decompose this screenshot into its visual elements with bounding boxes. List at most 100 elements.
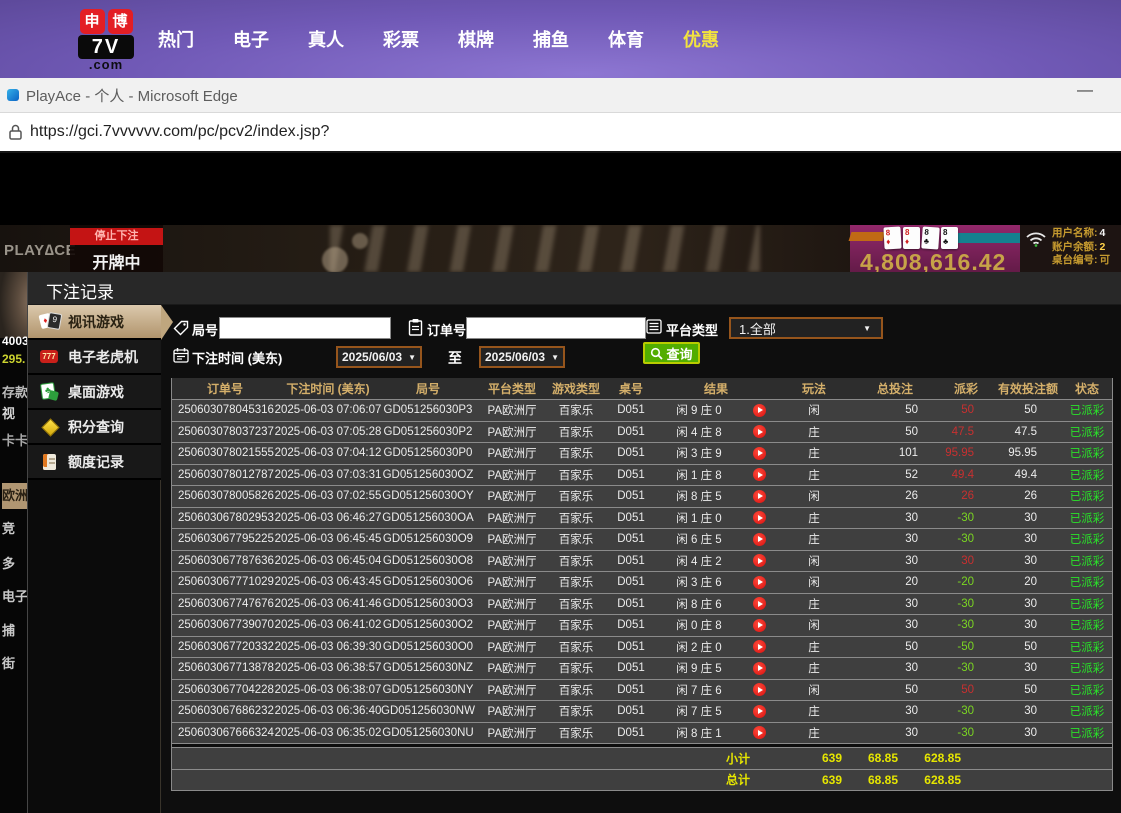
total-payout: 68.85	[862, 773, 918, 787]
background-fragment: 电子	[2, 586, 27, 605]
play-icon[interactable]	[753, 404, 766, 417]
nav-item[interactable]: 捕鱼	[533, 26, 569, 52]
date-to-value: 2025/06/03	[485, 350, 545, 364]
platform-type-select[interactable]: 1.全部 ▼	[729, 317, 883, 339]
play-icon[interactable]	[753, 662, 766, 675]
url-text[interactable]: https://gci.7vvvvvv.com/pc/pcv2/index.js…	[30, 123, 329, 141]
sidebar-item-icon	[40, 313, 60, 331]
user-info: 用户名称:4 账户余额:2 桌台编号:可	[1052, 227, 1110, 268]
cell-play-method: 庄	[776, 703, 852, 719]
cell-table-number: D051	[606, 490, 656, 502]
play-icon[interactable]	[753, 425, 766, 438]
platform-type-value: 1.全部	[739, 319, 776, 338]
cell-play-method: 庄	[776, 531, 852, 547]
nav-item[interactable]: 棋牌	[458, 26, 494, 52]
order-number-input[interactable]	[466, 317, 646, 339]
play-icon[interactable]	[753, 683, 766, 696]
cell-play-method: 闲	[776, 682, 852, 698]
cell-platform: PA欧洲厅	[478, 424, 546, 440]
cell-table-number: D051	[606, 727, 656, 739]
cell-result: 闲 1 庄 8	[656, 467, 742, 483]
cell-total-bet: 50	[852, 404, 938, 416]
cell-table-number: D051	[606, 426, 656, 438]
cell-payout: 50	[938, 684, 994, 696]
cell-total-bet: 50	[852, 641, 938, 653]
edge-icon	[7, 89, 19, 101]
site-logo[interactable]: 申 博 7V .com	[76, 9, 136, 71]
logo-badges: 申 博	[76, 9, 136, 34]
status-badge: 已派彩	[1062, 596, 1112, 612]
deal-panel: 停止下注 开牌中	[70, 225, 163, 272]
status-badge: 已派彩	[1062, 639, 1112, 655]
cell-result: 闲 7 庄 5	[656, 703, 742, 719]
sidebar-item[interactable]: 视讯游戏	[28, 305, 161, 340]
nav-item[interactable]: 优惠	[683, 26, 719, 52]
play-icon[interactable]	[753, 640, 766, 653]
nav-item[interactable]: 热门	[158, 26, 194, 52]
cell-replay	[742, 425, 776, 438]
nav-item[interactable]: 真人	[308, 26, 344, 52]
cell-platform: PA欧洲厅	[478, 402, 546, 418]
cell-platform: PA欧洲厅	[478, 703, 546, 719]
minimize-button[interactable]: —	[1077, 82, 1093, 100]
cell-bet-time: 2025-06-03 06:35:02	[278, 727, 378, 739]
column-header: 局号	[378, 380, 478, 397]
cell-total-bet: 50	[852, 684, 938, 696]
cell-platform: PA欧洲厅	[478, 596, 546, 612]
cell-result: 闲 9 庄 0	[656, 402, 742, 418]
play-icon[interactable]	[753, 726, 766, 739]
cell-payout: -50	[938, 641, 994, 653]
status-badge: 已派彩	[1062, 660, 1112, 676]
cell-game-type: 百家乐	[546, 725, 606, 741]
date-from-select[interactable]: 2025/06/03 ▼	[336, 346, 422, 368]
date-to-select[interactable]: 2025/06/03 ▼	[479, 346, 565, 368]
cell-platform: PA欧洲厅	[478, 531, 546, 547]
tag-icon	[173, 320, 189, 336]
search-button[interactable]: 查询	[643, 342, 700, 364]
table-row: 250603067795225 2025-06-03 06:45:45 GD05…	[172, 528, 1112, 550]
playing-card: 8♦	[883, 227, 901, 250]
play-icon[interactable]	[753, 468, 766, 481]
column-header: 玩法	[776, 380, 852, 397]
playing-card: 8♦	[903, 227, 920, 249]
cell-result: 闲 3 庄 6	[656, 574, 742, 590]
sidebar-item[interactable]: 额度记录	[28, 445, 161, 480]
nav-item[interactable]: 彩票	[383, 26, 419, 52]
cell-game-type: 百家乐	[546, 467, 606, 483]
user-info-line: 桌台编号:可	[1052, 254, 1110, 268]
sidebar-item[interactable]: 电子老虎机	[28, 340, 161, 375]
status-badge: 已派彩	[1062, 531, 1112, 547]
playace-logo: PLAY∆CE	[4, 242, 76, 259]
background-fragment: 存款	[2, 382, 27, 401]
play-icon[interactable]	[753, 705, 766, 718]
clipboard-icon	[408, 318, 423, 336]
play-icon[interactable]	[753, 490, 766, 503]
search-icon	[650, 347, 663, 360]
logo-badge-icon: 申	[80, 9, 105, 34]
column-header: 结果	[656, 380, 776, 397]
background-fragment: 街	[2, 653, 15, 672]
cell-round-number: GD051256030OA	[378, 512, 478, 524]
round-number-input[interactable]	[219, 317, 391, 339]
nav-item[interactable]: 体育	[608, 26, 644, 52]
play-icon[interactable]	[753, 554, 766, 567]
nav-item[interactable]: 电子	[233, 26, 269, 52]
play-icon[interactable]	[753, 447, 766, 460]
sidebar-item[interactable]: 桌面游戏	[28, 375, 161, 410]
cell-round-number: GD051256030O9	[378, 533, 478, 545]
column-header: 总投注	[852, 380, 938, 397]
play-icon[interactable]	[753, 619, 766, 632]
cell-game-type: 百家乐	[546, 660, 606, 676]
cell-play-method: 庄	[776, 467, 852, 483]
cell-payout: 26	[938, 490, 994, 502]
cell-replay	[742, 468, 776, 481]
status-badge: 已派彩	[1062, 510, 1112, 526]
play-icon[interactable]	[753, 511, 766, 524]
play-icon[interactable]	[753, 576, 766, 589]
status-badge: 已派彩	[1062, 488, 1112, 504]
cell-bet-time: 2025-06-03 07:03:31	[278, 469, 378, 481]
play-icon[interactable]	[753, 533, 766, 546]
cell-bet-time: 2025-06-03 07:02:55	[278, 490, 378, 502]
play-icon[interactable]	[753, 597, 766, 610]
sidebar-item[interactable]: 积分查询	[28, 410, 161, 445]
